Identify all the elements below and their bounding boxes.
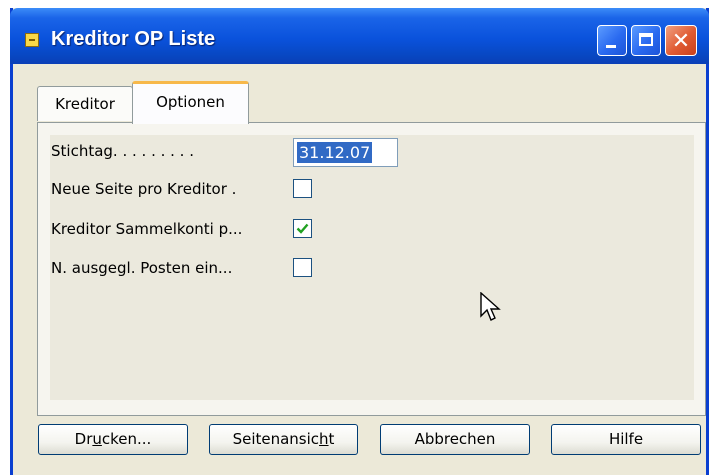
ausgegl-label: N. ausgegl. Posten ein... <box>51 259 233 277</box>
sammelkonti-label: Kreditor Sammelkonti p... <box>51 220 243 238</box>
tab-optionen[interactable]: Optionen <box>132 81 249 124</box>
tab-kreditor-label: Kreditor <box>55 95 115 113</box>
maximize-icon <box>639 33 653 46</box>
drucken-label: Drucken... <box>74 430 152 448</box>
sammelkonti-checkbox[interactable] <box>293 219 312 238</box>
close-button[interactable]: ✕ <box>665 25 697 56</box>
neue-seite-checkbox[interactable] <box>293 179 312 198</box>
app-icon <box>25 33 39 47</box>
stichtag-label: Stichtag. . . . . . . . . <box>51 142 194 160</box>
hilfe-button[interactable]: Hilfe <box>551 424 701 455</box>
abbrechen-button[interactable]: Abbrechen <box>380 424 530 455</box>
title-bar[interactable]: Kreditor OP Liste ✕ <box>10 8 709 64</box>
neue-seite-label: Neue Seite pro Kreditor . <box>51 180 237 198</box>
mouse-pointer-icon <box>480 292 501 321</box>
ausgegl-checkbox[interactable] <box>293 258 312 277</box>
hilfe-label: Hilfe <box>608 430 644 448</box>
drucken-button[interactable]: Drucken... <box>38 424 188 455</box>
checkmark-icon <box>296 223 309 234</box>
minimize-button[interactable] <box>597 25 627 56</box>
close-icon: ✕ <box>671 29 691 54</box>
window-title: Kreditor OP Liste <box>51 28 216 50</box>
dialog-window: Kreditor OP Liste ✕ Kreditor Optionen St… <box>10 8 709 475</box>
seitenansicht-label: Seitenansicht <box>232 430 335 448</box>
stichtag-value: 31.12.07 <box>297 142 373 163</box>
maximize-button[interactable] <box>631 25 661 56</box>
abbrechen-label: Abbrechen <box>414 430 496 448</box>
minimize-icon <box>606 45 616 48</box>
tab-optionen-label: Optionen <box>156 93 225 111</box>
stichtag-input[interactable]: 31.12.07 <box>293 138 398 167</box>
tab-kreditor[interactable]: Kreditor <box>37 86 133 121</box>
seitenansicht-button[interactable]: Seitenansicht <box>209 424 358 455</box>
